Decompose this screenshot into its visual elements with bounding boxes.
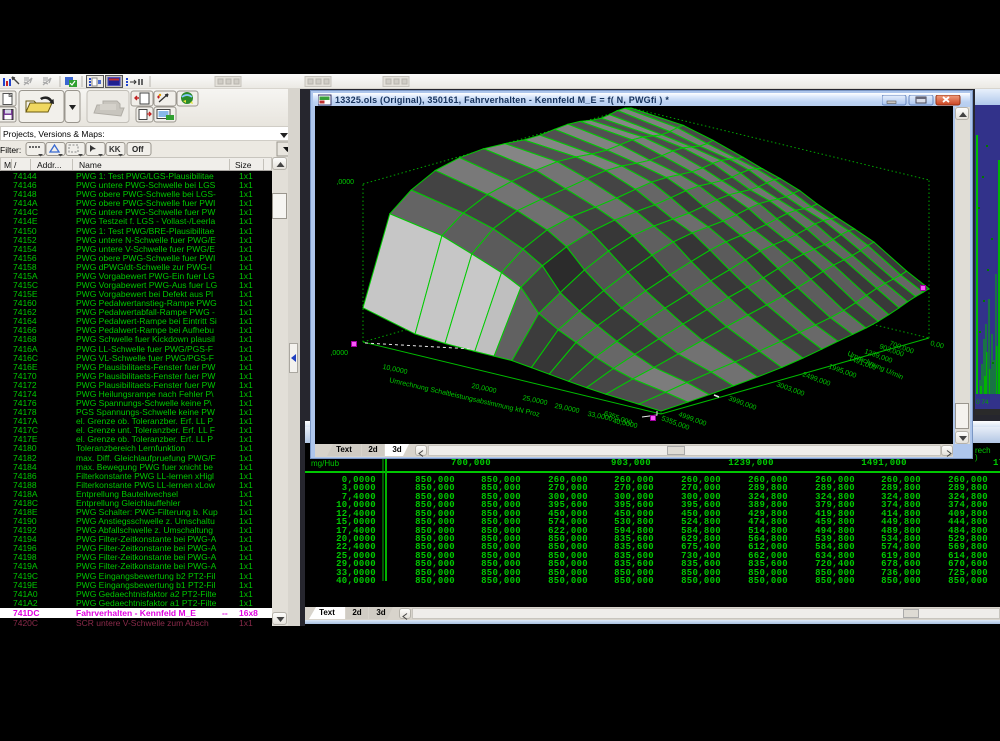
svg-text:KK: KK — [109, 145, 121, 154]
svg-text:3990,000: 3990,000 — [727, 395, 757, 412]
svg-text:0 74: 0 74 — [976, 399, 989, 406]
svg-text:0,00: 0,00 — [929, 340, 944, 350]
svg-text:3003,000: 3003,000 — [775, 381, 805, 398]
svg-text:Umrechnung Schaltleistungsabst: Umrechnung Schaltleistungsabstimmung kN … — [389, 377, 541, 419]
svg-text:25,0000: 25,0000 — [522, 395, 548, 407]
svg-text:2499,000: 2499,000 — [801, 371, 831, 388]
svg-text:,0000: ,0000 — [330, 350, 348, 357]
svg-text:20,0000: 20,0000 — [471, 383, 497, 395]
svg-text:Off: Off — [132, 145, 144, 154]
svg-text:29,0000: 29,0000 — [554, 403, 580, 415]
svg-text:1995,000: 1995,000 — [827, 363, 857, 380]
svg-text:10,0000: 10,0000 — [382, 364, 408, 376]
svg-text:,0000: ,0000 — [336, 179, 354, 186]
